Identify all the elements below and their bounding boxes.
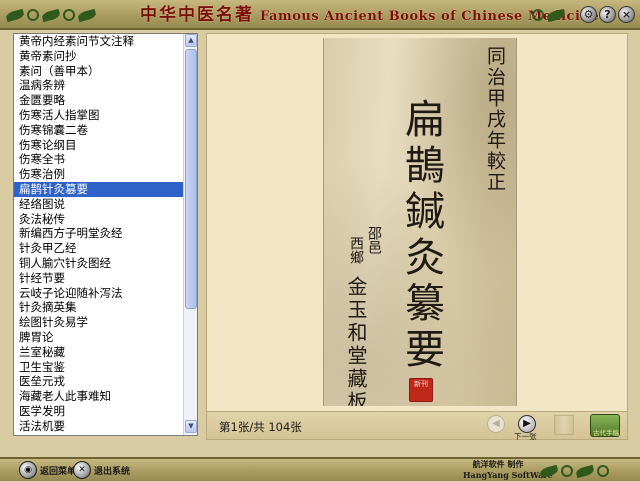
book-list-item[interactable]: 扁鹊针灸篡要 bbox=[14, 181, 184, 197]
book-list-item[interactable]: 黄帝内经素问节文注释 bbox=[14, 34, 184, 49]
page-counter: 第1张/共 104张 bbox=[219, 420, 302, 434]
book-list-item[interactable]: 金匮要略 bbox=[14, 93, 184, 108]
return-menu-button[interactable]: 返回菜单 bbox=[40, 464, 76, 477]
help-icon[interactable]: ? bbox=[599, 6, 616, 23]
book-icon[interactable] bbox=[554, 415, 574, 435]
exit-system-icon[interactable]: ✕ bbox=[73, 461, 91, 479]
company-name-en: HangYang SoftWare bbox=[463, 470, 553, 480]
ornament-left-icon bbox=[5, 4, 97, 26]
return-menu-icon[interactable]: ◉ bbox=[19, 461, 37, 479]
book-list-item[interactable]: 兰室秘藏 bbox=[14, 345, 184, 360]
book-list-item[interactable]: 素问（善甲本） bbox=[14, 64, 184, 79]
book-list-item[interactable]: 针经节要 bbox=[14, 271, 184, 286]
exit-system-button[interactable]: 退出系统 bbox=[94, 464, 130, 477]
ornament-bottom-icon bbox=[539, 460, 609, 482]
scan-location-bottom: 西鄉 bbox=[348, 236, 364, 264]
app-title: 中华中医名著 Famous Ancient Books of Chinese Me… bbox=[140, 4, 599, 26]
book-list-item[interactable]: 伤寒活人指掌图 bbox=[14, 108, 184, 123]
page-viewer: 同治甲戌年較正 扁鵲鍼灸纂要 邵邑 西鄉 金玉和堂藏板 新刊 第1张/共 104… bbox=[206, 33, 628, 441]
book-list-item[interactable]: 经络图说 bbox=[14, 197, 184, 212]
app-title-cn: 中华中医名著 bbox=[140, 5, 254, 25]
close-icon[interactable]: × bbox=[618, 6, 635, 23]
book-list-item[interactable]: 温病条辨 bbox=[14, 78, 184, 93]
book-list-item[interactable]: 黄帝素问抄 bbox=[14, 49, 184, 64]
previous-page-button[interactable]: ◀ bbox=[487, 415, 505, 433]
scan-publisher-text: 金玉和堂藏板 bbox=[344, 276, 368, 406]
settings-icon[interactable]: ⚙ bbox=[580, 6, 597, 23]
book-list-item[interactable]: 伤寒治例 bbox=[14, 167, 184, 182]
scan-location-top: 邵邑 bbox=[366, 226, 382, 254]
company-name-cn: 航洋软件 制作 bbox=[472, 460, 524, 469]
book-list-items: 黄帝内经素问节文注释 黄帝素问抄 素问（善甲本） 温病条辨 金匮要略 伤寒活人指掌图 伤寒锦… bbox=[14, 34, 184, 435]
book-list-item[interactable]: 医学发明 bbox=[14, 404, 184, 419]
book-list-item[interactable]: 针灸摘英集 bbox=[14, 300, 184, 315]
book-list-item[interactable]: 伤寒全书 bbox=[14, 152, 184, 167]
book-list-item[interactable]: 卫生宝鉴 bbox=[14, 360, 184, 375]
book-list-scrollbar[interactable]: ▲ ▼ bbox=[183, 34, 197, 435]
ancient-manuscript-label: 古代手稿 bbox=[593, 429, 619, 437]
bottom-bar: ◉ 返回菜单 ✕ 退出系统 航洋软件 制作 HangYang SoftWare bbox=[0, 457, 640, 481]
book-list-item[interactable]: 灸法秘传 bbox=[14, 212, 184, 227]
book-list-item[interactable]: 针灸甲乙经 bbox=[14, 241, 184, 256]
book-list-item[interactable]: 脾胃论 bbox=[14, 330, 184, 345]
company-credit: 航洋软件 制作 HangYang SoftWare bbox=[463, 460, 553, 480]
book-list-item[interactable]: 海藏老人此事难知 bbox=[14, 389, 184, 404]
ornament-right-icon bbox=[532, 4, 566, 26]
book-list[interactable]: 黄帝内经素问节文注释 黄帝素问抄 素问（善甲本） 温病条辨 金匮要略 伤寒活人指掌图 伤寒锦… bbox=[13, 33, 198, 436]
book-list-item[interactable]: 伤寒锦囊二卷 bbox=[14, 123, 184, 138]
title-bar: 中华中医名著 Famous Ancient Books of Chinese Me… bbox=[0, 0, 640, 30]
book-list-item[interactable]: 新编西方子明堂灸经 bbox=[14, 226, 184, 241]
book-list-item[interactable]: 医垒元戎 bbox=[14, 374, 184, 389]
scan-edition-text: 同治甲戌年較正 bbox=[484, 46, 506, 193]
red-seal-stamp: 新刊 bbox=[409, 378, 433, 402]
scroll-down-arrow-icon[interactable]: ▼ bbox=[185, 420, 197, 433]
book-list-item[interactable]: 绘图针灸易学 bbox=[14, 315, 184, 330]
scroll-up-arrow-icon[interactable]: ▲ bbox=[185, 34, 197, 47]
book-list-item[interactable]: 活法机要 bbox=[14, 419, 184, 434]
book-page-scan: 同治甲戌年較正 扁鵲鍼灸纂要 邵邑 西鄉 金玉和堂藏板 新刊 bbox=[323, 38, 517, 406]
next-page-label: 下一张 bbox=[514, 432, 537, 441]
book-list-item[interactable]: 伤寒论纲目 bbox=[14, 138, 184, 153]
viewer-toolbar: 第1张/共 104张 ◀ ▶ 下一张 古代手稿 bbox=[207, 411, 627, 441]
book-list-item[interactable]: 铜人腧穴针灸图经 bbox=[14, 256, 184, 271]
scroll-thumb[interactable] bbox=[185, 49, 197, 309]
book-list-item[interactable]: 云岐子论迎随补泻法 bbox=[14, 286, 184, 301]
scan-main-title: 扁鵲鍼灸纂要 bbox=[398, 98, 444, 374]
